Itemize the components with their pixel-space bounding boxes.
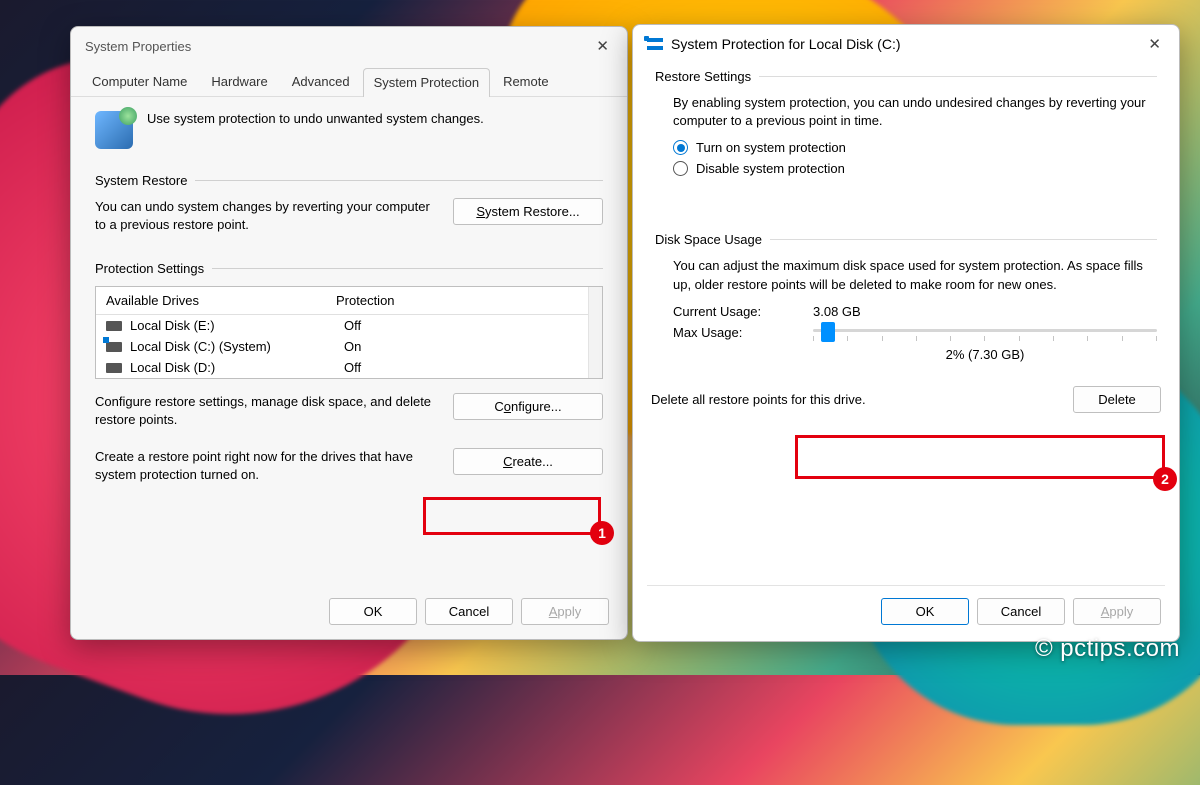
ok-button[interactable]: OK	[881, 598, 969, 625]
tab-hardware[interactable]: Hardware	[200, 67, 278, 96]
apply-button[interactable]: Apply	[521, 598, 609, 625]
system-protection-config-window: System Protection for Local Disk (C:) ✕ …	[632, 24, 1180, 642]
radio-turn-on[interactable]: Turn on system protection	[673, 140, 1157, 155]
create-button[interactable]: Create...	[453, 448, 603, 475]
drive-icon	[106, 321, 122, 331]
max-usage-caption: 2% (7.30 GB)	[813, 347, 1157, 362]
protection-settings-heading: Protection Settings	[95, 261, 204, 276]
drive-row[interactable]: Local Disk (D:) Off	[96, 357, 588, 378]
drive-name: Local Disk (D:)	[130, 360, 344, 375]
window-title: System Protection for Local Disk (C:)	[671, 36, 1142, 52]
window-title: System Properties	[85, 39, 590, 54]
close-icon[interactable]: ✕	[590, 35, 615, 57]
watermark: © pctips.com	[1035, 635, 1180, 663]
restore-settings-desc: By enabling system protection, you can u…	[673, 94, 1157, 130]
ok-button[interactable]: OK	[329, 598, 417, 625]
annotation-badge-1: 1	[590, 521, 614, 545]
delete-button[interactable]: Delete	[1073, 386, 1161, 413]
apply-button[interactable]: Apply	[1073, 598, 1161, 625]
max-usage-slider[interactable]: 2% (7.30 GB)	[813, 325, 1157, 362]
delete-desc: Delete all restore points for this drive…	[651, 392, 1073, 407]
tab-remote[interactable]: Remote	[492, 67, 560, 96]
drive-row[interactable]: Local Disk (E:) Off	[96, 315, 588, 336]
slider-thumb[interactable]	[821, 322, 835, 342]
configure-desc: Configure restore settings, manage disk …	[95, 393, 441, 428]
drive-list: Available Drives Protection Local Disk (…	[95, 286, 603, 379]
radio-label: Disable system protection	[696, 161, 845, 176]
system-restore-button[interactable]: System Restore...	[453, 198, 603, 225]
system-properties-window: System Properties ✕ Computer Name Hardwa…	[70, 26, 628, 640]
system-protection-icon	[95, 111, 133, 149]
tab-system-protection[interactable]: System Protection	[363, 68, 491, 97]
system-restore-heading: System Restore	[95, 173, 187, 188]
close-icon[interactable]: ✕	[1142, 33, 1167, 55]
disk-space-heading: Disk Space Usage	[655, 232, 762, 247]
tab-advanced[interactable]: Advanced	[281, 67, 361, 96]
create-desc: Create a restore point right now for the…	[95, 448, 441, 483]
drive-icon	[106, 342, 122, 352]
drive-protection: Off	[344, 318, 578, 333]
group-protection-settings: Protection Settings	[95, 261, 603, 276]
configure-button[interactable]: Configure...	[453, 393, 603, 420]
restore-settings-heading: Restore Settings	[655, 69, 751, 84]
annotation-badge-2: 2	[1153, 467, 1177, 491]
drive-protection: On	[344, 339, 578, 354]
cancel-button[interactable]: Cancel	[425, 598, 513, 625]
cancel-button[interactable]: Cancel	[977, 598, 1065, 625]
col-available-drives: Available Drives	[106, 293, 336, 308]
tab-bar: Computer Name Hardware Advanced System P…	[71, 67, 627, 97]
drive-row[interactable]: Local Disk (C:) (System) On	[96, 336, 588, 357]
col-protection: Protection	[336, 293, 578, 308]
dialog-footer: OK Cancel Apply	[633, 586, 1179, 641]
scrollbar[interactable]	[588, 287, 602, 378]
current-usage-label: Current Usage:	[673, 304, 813, 319]
radio-icon	[673, 140, 688, 155]
tab-computer-name[interactable]: Computer Name	[81, 67, 198, 96]
group-system-restore: System Restore	[95, 173, 603, 188]
radio-disable[interactable]: Disable system protection	[673, 161, 1157, 176]
radio-label: Turn on system protection	[696, 140, 846, 155]
panel: Use system protection to undo unwanted s…	[71, 97, 627, 592]
system-restore-desc: You can undo system changes by reverting…	[95, 198, 441, 233]
dialog-footer: OK Cancel Apply	[71, 592, 627, 639]
titlebar: System Protection for Local Disk (C:) ✕	[633, 25, 1179, 59]
drive-icon	[106, 363, 122, 373]
drive-icon	[647, 38, 663, 50]
drive-name: Local Disk (E:)	[130, 318, 344, 333]
intro-text: Use system protection to undo unwanted s…	[147, 111, 484, 126]
max-usage-label: Max Usage:	[673, 325, 813, 340]
radio-icon	[673, 161, 688, 176]
drive-name: Local Disk (C:) (System)	[130, 339, 344, 354]
drive-protection: Off	[344, 360, 578, 375]
titlebar: System Properties ✕	[71, 27, 627, 61]
disk-space-desc: You can adjust the maximum disk space us…	[673, 257, 1157, 293]
current-usage-value: 3.08 GB	[813, 304, 861, 319]
